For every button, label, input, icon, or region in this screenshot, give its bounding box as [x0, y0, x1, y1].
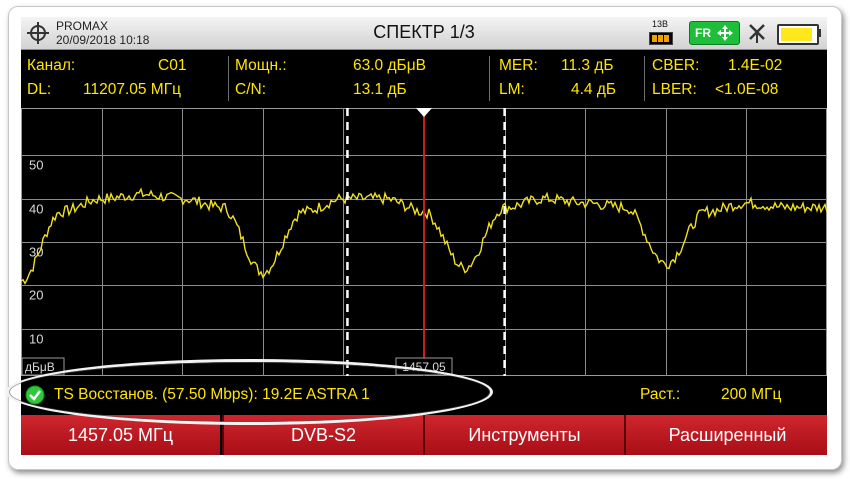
battery-icon — [777, 24, 819, 45]
channel-label: Канал: — [27, 57, 76, 74]
lm-label: LM: — [499, 81, 525, 98]
move-arrows-icon — [717, 25, 733, 41]
lnb-voltage-indicator: 13В — [645, 19, 675, 47]
dl-label: DL: — [27, 81, 52, 98]
power-label: Мощн.: — [235, 57, 287, 74]
y-tick-label: 10 — [29, 332, 43, 347]
title-bar: PROMAX 20/09/2018 10:18 СПЕКТР 1/3 13В F… — [21, 17, 827, 50]
marker-triangle-icon — [416, 108, 432, 117]
spectrum-svg: 5040302010дБμВ 1457.05 — [21, 108, 827, 376]
mer-value: 11.3 дБ — [561, 57, 614, 74]
highlight-oval-shadow — [9, 362, 490, 422]
spectrum-plot[interactable]: 50 40 30 20 10 дБμВ 1457.05 — [21, 108, 827, 376]
dl-value: 11207.05 МГц — [83, 81, 181, 98]
cn-value: 13.1 дБ — [353, 81, 407, 98]
cn-label: C/N: — [235, 81, 266, 98]
lber-value: <1.0E-08 — [715, 81, 779, 98]
measurement-panel: Канал: C01 DL: 11207.05 МГц Мощн.: 63.0 … — [21, 50, 827, 106]
lm-value: 4.4 дБ — [571, 81, 617, 98]
cber-label: CBER: — [652, 57, 700, 74]
fr-badge[interactable]: FR — [689, 21, 740, 45]
voltage-label: 13В — [651, 19, 668, 29]
info-divider — [644, 56, 645, 101]
channel-value[interactable]: C01 — [158, 57, 186, 75]
info-divider — [489, 56, 490, 101]
y-tick-label: 20 — [29, 288, 43, 303]
span-value[interactable]: 200 МГц — [721, 386, 781, 404]
battery-tip — [817, 29, 821, 37]
tools-softkey[interactable]: Инструменты — [423, 415, 624, 455]
span-label: Раст.: — [640, 386, 681, 403]
y-tick-label: 40 — [29, 202, 43, 217]
battery-level — [781, 28, 812, 41]
mer-label: MER: — [499, 57, 538, 74]
fr-label: FR — [695, 26, 711, 40]
y-tick-label: 50 — [29, 158, 43, 173]
lber-label: LBER: — [652, 81, 697, 98]
info-divider — [228, 56, 229, 101]
cber-value: 1.4E-02 — [728, 57, 783, 74]
advanced-softkey[interactable]: Расширенный — [624, 415, 827, 455]
voltage-bar — [649, 32, 673, 45]
power-value: 63.0 дБμВ — [353, 57, 426, 74]
satellite-icon — [749, 24, 765, 43]
